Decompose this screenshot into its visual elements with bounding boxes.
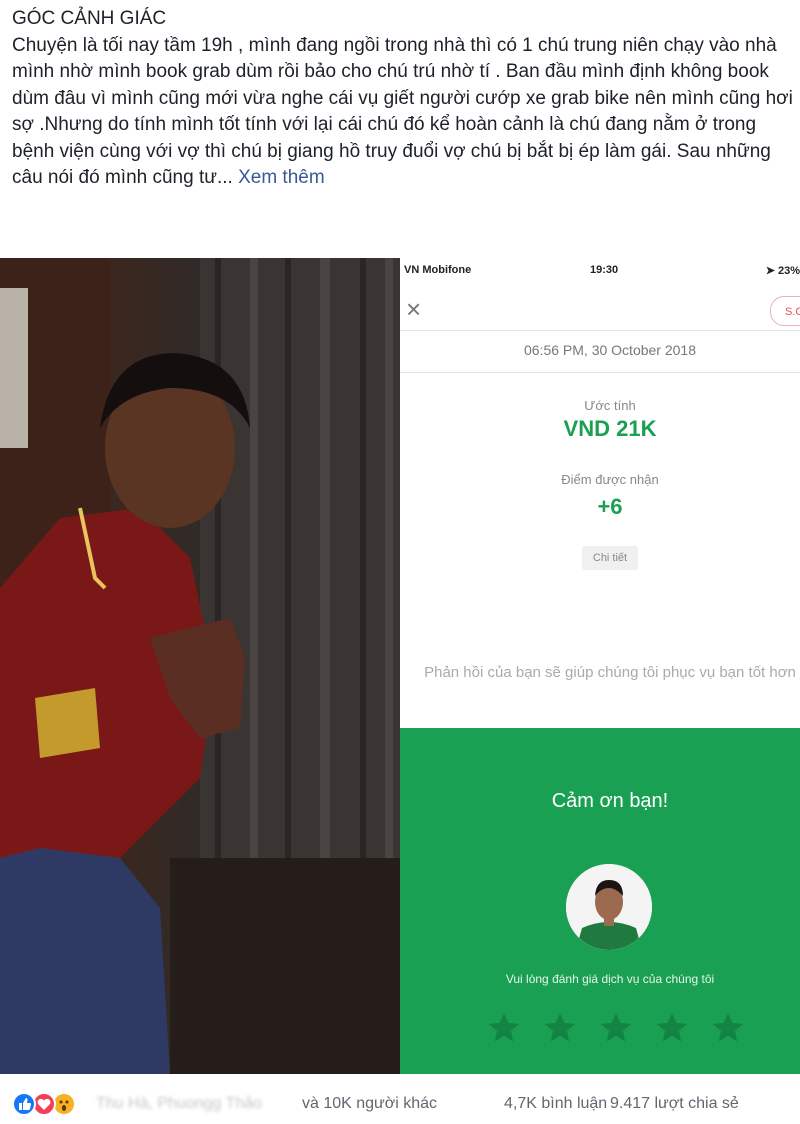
star-icon[interactable] (598, 1010, 634, 1046)
points-value: +6 (597, 494, 623, 519)
ride-date: 06:56 PM, 30 October 2018 (524, 342, 696, 358)
star-icon[interactable] (710, 1010, 746, 1046)
estimate-value: VND 21K (563, 416, 657, 441)
location-icon: ➤ (765, 265, 775, 277)
rating-panel: Cảm ơn bạn! Vui lòng đánh giá dịch vụ củ… (400, 728, 800, 1074)
star-icon[interactable] (654, 1010, 690, 1046)
status-right: ➤ 23% (766, 264, 800, 277)
post-body: Chuyện là tối nay tầm 19h , mình đang ng… (12, 33, 796, 192)
status-bar: VN Mobifone 19:30 ➤ 23% (400, 258, 800, 284)
close-icon[interactable]: × (406, 296, 421, 322)
driver-avatar-illustration (566, 864, 652, 950)
carrier-name: VN Mobifone (404, 264, 472, 276)
battery-level: 23% (777, 265, 800, 277)
man-photo[interactable] (0, 258, 400, 1074)
grab-app-screenshot: VN Mobifone 19:30 ➤ 23% × S.O 06:56 PM, … (400, 258, 800, 1074)
man-photo-illustration (0, 258, 400, 1074)
star-icon[interactable] (486, 1010, 522, 1046)
driver-avatar (566, 864, 652, 950)
points-label: Điểm được nhận (561, 472, 659, 487)
reaction-others[interactable]: và 10K người khác (302, 1095, 437, 1113)
status-time: 19:30 (590, 264, 619, 276)
share-count[interactable]: 9.417 lượt chia sẻ (610, 1095, 739, 1113)
thanks-heading: Cảm ơn bạn! (551, 790, 669, 812)
comment-count[interactable]: 4,7K bình luận (504, 1095, 607, 1113)
detail-button[interactable]: Chi tiết (582, 546, 638, 570)
see-more-link[interactable]: Xem thêm (238, 167, 325, 188)
post-title: GÓC CẢNH GIÁC (12, 8, 167, 29)
divider (400, 372, 800, 373)
post-text: GÓC CẢNH GIÁC Chuyện là tối nay tầm 19h … (12, 6, 796, 192)
divider (400, 330, 800, 331)
sos-button[interactable]: S.O (770, 296, 800, 326)
post-media[interactable]: VN Mobifone 19:30 ➤ 23% × S.O 06:56 PM, … (0, 258, 800, 1074)
post-body-text: Chuyện là tối nay tầm 19h , mình đang ng… (12, 34, 793, 189)
star-rating[interactable] (486, 1010, 746, 1050)
reaction-names[interactable]: Thu Hà, Phuongg Thảo (96, 1095, 262, 1113)
estimate-label: Ước tính (584, 398, 636, 413)
like-icon[interactable] (12, 1092, 36, 1116)
rate-label: Vui lòng đánh giá dịch vụ của chúng tôi (505, 972, 715, 986)
star-icon[interactable] (542, 1010, 578, 1046)
reactions-bar: Thu Hà, Phuongg Thảo và 10K người khác 4… (0, 1074, 800, 1124)
feedback-text: Phản hồi của bạn sẽ giúp chúng tôi phục … (424, 664, 796, 681)
